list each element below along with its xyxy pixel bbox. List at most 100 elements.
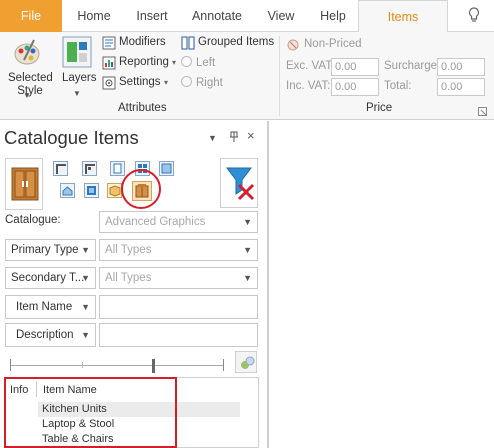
chevron-down-icon: ▼ bbox=[81, 245, 90, 255]
description-input[interactable] bbox=[99, 323, 258, 347]
slider-tick bbox=[10, 359, 11, 371]
selected-style-button[interactable]: Selected Style ▼ bbox=[4, 36, 53, 100]
grouped-items-icon bbox=[181, 36, 195, 53]
pane-options-icon[interactable]: ▼ bbox=[208, 133, 217, 143]
inc-vat-label: Inc. VAT: bbox=[286, 80, 331, 92]
settings-button[interactable]: Settings ▾ bbox=[102, 75, 180, 93]
tab-annotate[interactable]: Annotate bbox=[184, 0, 250, 32]
close-icon[interactable]: × bbox=[247, 128, 255, 143]
tab-file[interactable]: File bbox=[0, 0, 62, 32]
chevron-down-icon: ▼ bbox=[243, 245, 252, 255]
exc-vat-field[interactable]: 0.00 bbox=[331, 58, 379, 76]
ribbon: Selected Style ▼ Layers ▼ Modifiers Repo… bbox=[0, 32, 494, 120]
settings-icon bbox=[102, 76, 116, 93]
tall-unit-icon[interactable] bbox=[110, 161, 125, 176]
paint-palette-icon bbox=[12, 38, 42, 71]
tab-insert[interactable]: Insert bbox=[124, 0, 180, 32]
modifiers-icon bbox=[102, 36, 116, 53]
radio-circle bbox=[181, 56, 192, 67]
settings-label: Settings bbox=[119, 76, 161, 88]
reporting-icon bbox=[102, 56, 116, 73]
tab-items[interactable]: Items bbox=[358, 0, 448, 33]
chevron-down-icon: ▾ bbox=[164, 78, 169, 87]
item-name-input[interactable] bbox=[99, 295, 258, 319]
right-label: Right bbox=[196, 77, 223, 89]
wall-corner-alt-icon[interactable] bbox=[82, 161, 97, 176]
drawing-area[interactable] bbox=[268, 121, 494, 448]
size-slider[interactable] bbox=[10, 359, 224, 373]
layers-button[interactable]: Layers ▼ bbox=[58, 34, 98, 100]
exc-vat-label: Exc. VAT: bbox=[286, 60, 335, 72]
modifiers-label: Modifiers bbox=[119, 36, 166, 48]
clear-filter-button[interactable] bbox=[220, 158, 258, 208]
grouped-items-button[interactable]: Grouped Items bbox=[181, 35, 277, 53]
primary-type-select[interactable]: All Types ▼ bbox=[99, 239, 258, 261]
primary-type-field-select[interactable]: Primary Type ▼ bbox=[5, 239, 96, 261]
chevron-down-icon: ▼ bbox=[81, 302, 90, 312]
chevron-down-icon: ▼ bbox=[81, 273, 90, 283]
grouped-items-label: Grouped Items bbox=[198, 36, 275, 48]
cabinet-button[interactable] bbox=[5, 158, 43, 210]
pane-title: Catalogue Items bbox=[4, 127, 139, 148]
chevron-down-icon: ▼ bbox=[81, 330, 90, 340]
left-label: Left bbox=[196, 57, 216, 69]
item-name-label: Item Name bbox=[16, 301, 73, 313]
modifiers-button[interactable]: Modifiers bbox=[102, 35, 172, 53]
slider-tick bbox=[223, 359, 224, 371]
refresh-button[interactable] bbox=[235, 351, 257, 373]
cabinet-icon bbox=[11, 167, 39, 206]
catalogue-value: Advanced Graphics bbox=[105, 216, 206, 228]
left-radio[interactable]: Left bbox=[181, 56, 241, 72]
dialog-launcher-icon[interactable] bbox=[478, 105, 487, 119]
inc-vat-field[interactable]: 0.00 bbox=[331, 78, 379, 96]
catalogue-select[interactable]: Advanced Graphics ▼ bbox=[99, 211, 258, 233]
divider bbox=[279, 36, 280, 116]
right-radio[interactable]: Right bbox=[181, 76, 241, 92]
filter-clear-icon bbox=[225, 165, 255, 204]
secondary-type-field-select[interactable]: Secondary T... ▼ bbox=[5, 267, 96, 289]
layers-label: Layers bbox=[62, 72, 97, 84]
reporting-button[interactable]: Reporting ▾ bbox=[102, 55, 180, 73]
tools-icon bbox=[239, 355, 255, 374]
tab-view[interactable]: View bbox=[256, 0, 306, 32]
slider-track bbox=[10, 365, 224, 366]
highlight-circle bbox=[121, 169, 161, 209]
secondary-type-label: Secondary T... bbox=[11, 272, 85, 284]
description-field-select[interactable]: Description ▼ bbox=[5, 323, 96, 347]
highlight-box bbox=[4, 377, 177, 448]
slider-thumb[interactable] bbox=[152, 359, 155, 373]
layers-icon bbox=[62, 36, 92, 71]
total-label: Total: bbox=[384, 80, 412, 92]
total-field[interactable]: 0.00 bbox=[437, 78, 485, 96]
secondary-type-select[interactable]: All Types ▼ bbox=[99, 267, 258, 289]
ribbon-tab-bar: File Home Insert Annotate View Help Item… bbox=[0, 0, 494, 33]
non-priced-label: Non-Priced bbox=[304, 38, 362, 50]
chevron-down-icon: ▼ bbox=[73, 89, 81, 98]
surcharge-field[interactable]: 0.00 bbox=[437, 58, 485, 76]
wall-unit-icon[interactable] bbox=[84, 183, 99, 198]
wall-corner-icon[interactable] bbox=[53, 161, 68, 176]
chevron-down-icon: ▼ bbox=[23, 91, 31, 100]
primary-type-label: Primary Type bbox=[11, 244, 79, 256]
panel-unit-icon[interactable] bbox=[159, 161, 174, 176]
non-priced-button[interactable]: Non-Priced bbox=[286, 38, 366, 54]
catalogue-label: Catalogue: bbox=[5, 214, 61, 226]
pin-icon[interactable] bbox=[229, 131, 239, 146]
surcharge-label: Surcharge: bbox=[384, 60, 441, 72]
price-group-label: Price bbox=[366, 102, 393, 114]
tab-help[interactable]: Help bbox=[308, 0, 358, 32]
reporting-label: Reporting bbox=[119, 56, 169, 68]
appliance-icon[interactable] bbox=[107, 183, 122, 198]
radio-circle bbox=[181, 76, 192, 87]
attributes-group-label: Attributes bbox=[118, 102, 167, 114]
tools-icon bbox=[286, 38, 300, 55]
chevron-down-icon: ▾ bbox=[172, 58, 177, 67]
lightbulb-icon[interactable] bbox=[468, 7, 480, 26]
primary-type-value: All Types bbox=[105, 244, 152, 256]
secondary-type-value: All Types bbox=[105, 272, 152, 284]
chevron-down-icon: ▼ bbox=[243, 273, 252, 283]
base-unit-icon[interactable] bbox=[60, 183, 75, 198]
chevron-down-icon: ▼ bbox=[243, 217, 252, 227]
tab-home[interactable]: Home bbox=[66, 0, 122, 32]
item-name-field-select[interactable]: Item Name ▼ bbox=[5, 295, 96, 319]
